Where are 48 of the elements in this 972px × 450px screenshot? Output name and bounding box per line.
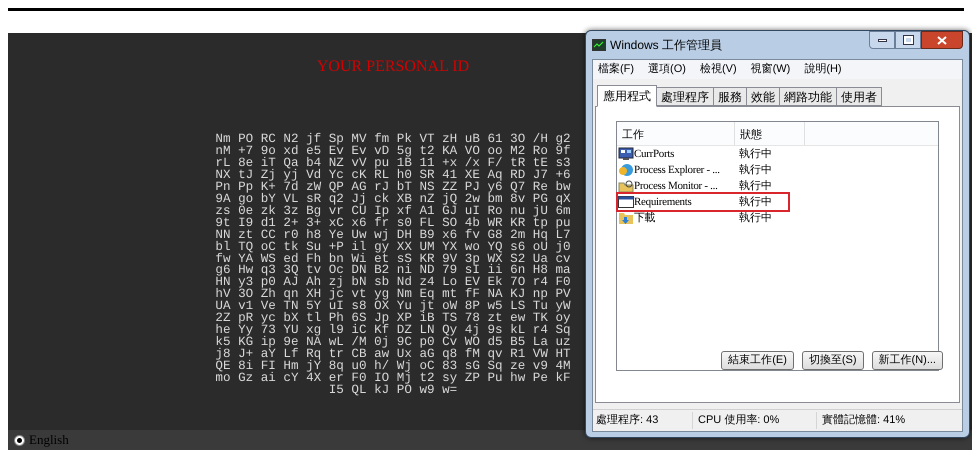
menu-item[interactable]: 檢視(V): [700, 61, 737, 78]
task-status: 執行中: [738, 194, 772, 210]
task-row[interactable]: Process Monitor - ... 執行中: [618, 178, 938, 194]
radio-label: English: [29, 431, 69, 450]
action-button[interactable]: 新工作(N)...: [872, 351, 943, 370]
status-text: CPU 使用率: 0%: [693, 412, 817, 429]
download-folder-icon: [618, 211, 634, 225]
tab[interactable]: 效能: [747, 87, 780, 106]
task-name: Process Explorer - ...: [634, 162, 720, 178]
task-status: 執行中: [738, 162, 772, 178]
tab[interactable]: 網路功能: [780, 87, 837, 106]
status-text: 處理程序: 43: [593, 412, 693, 429]
tab[interactable]: 服務: [714, 87, 747, 106]
task-name: CurrPorts: [634, 146, 674, 162]
tab[interactable]: 應用程式: [597, 85, 657, 107]
close-button[interactable]: [921, 31, 963, 49]
page-title: YOUR PERSONAL ID: [316, 57, 470, 77]
close-icon: [937, 36, 947, 44]
task-name: Process Monitor - ...: [634, 178, 718, 194]
menu-item[interactable]: 說明(H): [804, 61, 842, 78]
minimize-button[interactable]: [869, 31, 895, 49]
action-button[interactable]: 結束工作(E): [721, 351, 794, 370]
task-manager-icon: [592, 39, 606, 51]
task-row[interactable]: CurrPorts 執行中: [618, 146, 938, 162]
task-name: 下載: [634, 210, 656, 226]
task-status: 執行中: [738, 178, 772, 194]
tab[interactable]: 使用者: [837, 87, 882, 106]
menu-item[interactable]: 選項(O): [648, 61, 686, 78]
tab[interactable]: 處理程序: [657, 87, 714, 106]
task-row[interactable]: Process Explorer - ... 執行中: [618, 162, 938, 178]
maximize-icon: [904, 36, 912, 44]
task-status: 執行中: [738, 210, 772, 226]
column-header[interactable]: 狀態: [735, 122, 805, 145]
task-row[interactable]: 下載 執行中: [618, 210, 938, 226]
maximize-button[interactable]: [895, 31, 921, 49]
menu-item[interactable]: 視窗(W): [750, 61, 790, 78]
folder-magnifier-icon: [618, 179, 634, 193]
task-status: 執行中: [738, 146, 772, 162]
minimize-icon: [878, 38, 886, 42]
window-title: Windows 工作管理員: [610, 37, 722, 54]
task-name: Requirements: [634, 194, 692, 210]
action-button[interactable]: 切換至(S): [802, 351, 864, 370]
menu-item[interactable]: 檔案(F): [598, 61, 634, 78]
task-row[interactable]: Requirements 執行中: [618, 194, 788, 210]
personal-id-code: Nm PO RC N2 jf Sp MV fm Pk VT zH uB 61 3O /H g2 nM +7 9o xd e5 Ev Ev vD 5g t2 KA VO oo M2 Ro 9f rL 8e iT Qa b4 NZ vV pu 1B 11 +x /x F/ tR tE s3 NX tJ Zj yj Vd Yc cK RL h0 SR 41 XE Aq RD J7 +6 Pn Pp K+ 7d zW QP AG rJ bT NS ZZ PJ y6 Q7 Re bw 9A go bY VL sR q2 Jj ck XB nZ jQ 2w bm 8v PG qX zs 0e zk 3z Bg vr CU Ip xf A1 GJ uI Ro nu jU 6m 9t I9 d1 2+ 3+ xC x6 fr s0 FL SO 4b WR KR tp pu NN zt CC r0 h8 Ye Uw wj DH B9 x6 fv G8 2m Hq L7 bl TQ oC tk Su +P il gy XX UM YX wo YQ s6 oU j0 fw YA WS ed Fh bn Wi et sS KR 9V 3p WX S2 Ua cv g6 Hw q3 3Q tv Oc DN B2 ni ND 79 sI ii 6n H8 ma HN y3 p0 AJ Ah zj bN sb Nd z4 Lo EV Ek 7O r4 F0 hV 3O Zh qn XH jc vt yg Nm Eq mt fF NA KJ np PV UA v1 Ve TN 5Y uI s8 OX Yu jt oW 8P w5 LS Tu yW 2Z pR yc bX tl Ph 6S Jp XP iB TS 78 zt ew TK oy he Yy 73 YU xg l9 iC Kf DZ LN Qy 4j 9s kL r4 Sq k5 KG ip 9e NA wL /M 0j 9C p0 Cv WO d5 B5 La uz j8 J+ aY Lf Rq tr CB aw Ux aG q8 fM qv R1 VW HT QE 8i FI Hm jY 8q u0 h/ Wj oC 83 sG Sq ze v9 4M mo Gz ai cY 4X er F0 IO Mj t2 sy ZP Pu hw Pe kF I5 QL kJ PO w9 w=: [215, 134, 571, 397]
column-header[interactable]: 工作: [617, 122, 735, 145]
radio-button[interactable]: [14, 434, 25, 446]
status-text: 實體記憶體: 41%: [821, 413, 906, 428]
